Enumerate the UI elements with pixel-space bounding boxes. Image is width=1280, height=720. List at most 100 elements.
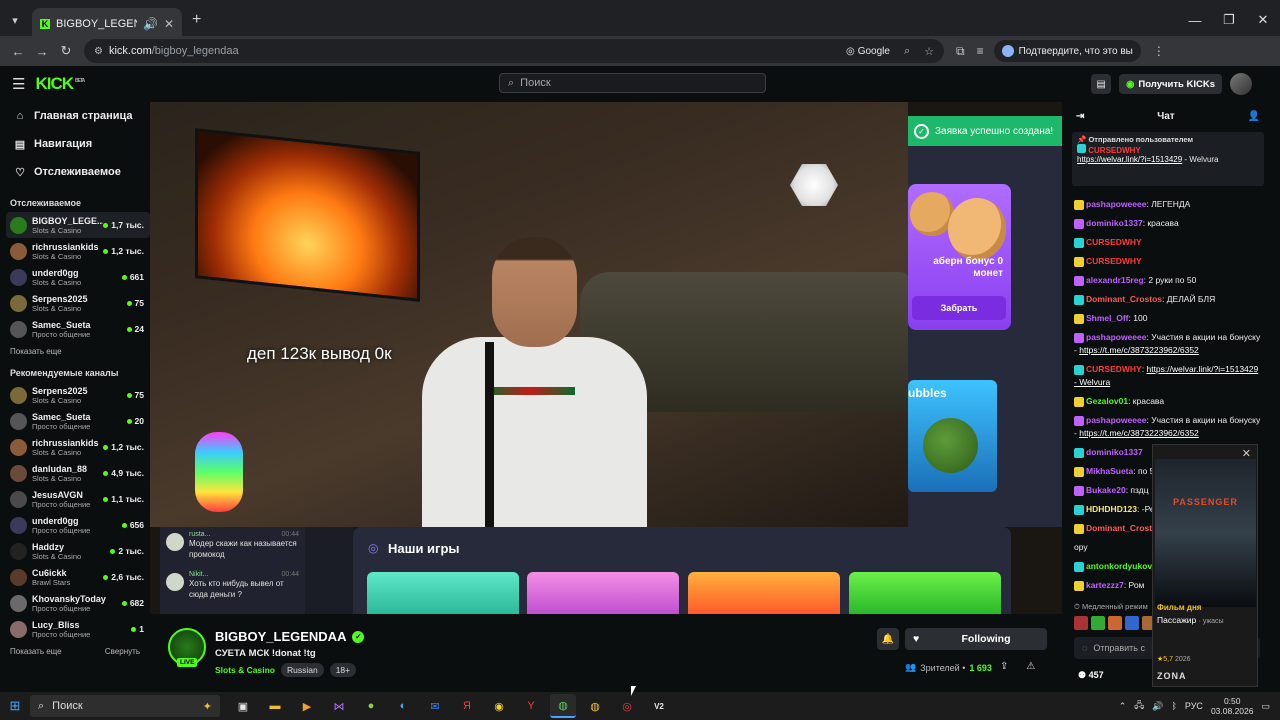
yandex-icon[interactable]: Я xyxy=(454,694,480,718)
app-red-icon[interactable]: ◎ xyxy=(614,694,640,718)
browser-menu-icon[interactable]: ⋮ xyxy=(1153,44,1165,58)
chat-username[interactable]: pashapoweeee xyxy=(1086,415,1146,425)
language-indicator[interactable]: РУС xyxy=(1185,701,1203,711)
chat-username[interactable]: CURSEDWHY xyxy=(1086,237,1142,247)
chat-link[interactable]: https://t.me/c/3873223962/6352 xyxy=(1079,428,1199,438)
sidebar-channel[interactable]: Haddzy Slots & Casino 2 тыс. xyxy=(6,538,150,564)
google-lens-chip[interactable]: ◎ Google xyxy=(846,46,890,57)
chat-link[interactable]: https://t.me/c/3873223962/6352 xyxy=(1079,345,1199,355)
sidebar-nav-2[interactable]: ♡ Отслеживаемое xyxy=(6,158,150,186)
app-green-icon[interactable]: ● xyxy=(358,694,384,718)
file-explorer-icon[interactable]: ▬ xyxy=(262,694,288,718)
sidebar-channel[interactable]: Serpens2025 Slots & Casino 75 xyxy=(6,382,150,408)
clock[interactable]: 0:50 03.08.2026 xyxy=(1211,696,1254,716)
kick-logo[interactable]: KICK BETA xyxy=(35,74,85,94)
report-icon[interactable]: ⚠ xyxy=(1026,661,1035,672)
following-button[interactable]: ♥ Following xyxy=(905,628,1047,650)
sidebar-nav-1[interactable]: ▤ Навигация xyxy=(6,130,150,158)
movie-poster[interactable]: PASSENGER xyxy=(1155,459,1256,607)
media-player-icon[interactable]: ▶ xyxy=(294,694,320,718)
sidebar-channel[interactable]: BIGBOY_LEGE... Slots & Casino 1,7 тыс. xyxy=(6,212,150,238)
tab-search-icon[interactable]: ▾ xyxy=(4,9,26,31)
edge-icon[interactable]: ◐ xyxy=(390,694,416,718)
chat-username[interactable]: pashapoweeee xyxy=(1086,199,1146,209)
chat-username[interactable]: Dominant_Crost xyxy=(1086,523,1152,533)
streamer-name[interactable]: BIGBOY_LEGENDAA xyxy=(215,629,346,644)
chat-username[interactable]: Bukake20 xyxy=(1086,485,1126,495)
site-info-icon[interactable]: ⚙ xyxy=(94,46,103,57)
chat-username[interactable]: Shmel_Off xyxy=(1086,313,1129,323)
sidebar-channel[interactable]: Samec_Sueta Просто общение 20 xyxy=(6,408,150,434)
sidebar-channel[interactable]: richrussiankids Slots & Casino 1,2 тыс. xyxy=(6,238,150,264)
video-player[interactable]: деп 123к вывод 0к аберн бонус 0 монет За… xyxy=(150,102,1062,614)
stream-category[interactable]: Slots & Casino xyxy=(215,665,275,675)
chat-users-icon[interactable]: 👤 xyxy=(1248,111,1260,122)
visual-studio-icon[interactable]: ⋈ xyxy=(326,694,352,718)
maximize-button[interactable]: ❐ xyxy=(1212,0,1246,40)
task-view-icon[interactable]: ▣ xyxy=(230,694,256,718)
minimize-button[interactable]: — xyxy=(1178,0,1212,40)
back-button[interactable]: ← xyxy=(6,44,30,59)
pinned-message[interactable]: 📌 Отправлено пользователем CURSEDWHY htt… xyxy=(1072,132,1264,186)
show-more-recommended[interactable]: Показать еще xyxy=(10,647,62,656)
tab-close-icon[interactable]: ✕ xyxy=(164,17,174,31)
sidebar-channel[interactable]: danludan_88 Slots & Casino 4,9 тыс. xyxy=(6,460,150,486)
sidebar-channel[interactable]: KhovanskyToday Просто общение 682 xyxy=(6,590,150,616)
extensions-icon[interactable]: ⧉ xyxy=(956,44,965,59)
emote-icon[interactable] xyxy=(1125,616,1139,630)
chat-username[interactable]: dominiko1337 xyxy=(1086,218,1143,228)
taskbar-search[interactable]: ⌕ Поиск ✦ xyxy=(30,695,220,717)
bluetooth-icon[interactable]: ᛒ xyxy=(1172,701,1177,711)
chat-username[interactable]: Gezalov01 xyxy=(1086,396,1128,406)
zoom-icon[interactable]: ⌕ xyxy=(904,45,910,58)
emote-icon[interactable] xyxy=(1091,616,1105,630)
library-icon[interactable]: ▤ xyxy=(1091,74,1112,94)
reload-button[interactable]: ↻ xyxy=(54,43,78,59)
notification-bell-icon[interactable]: 🔔 xyxy=(877,628,899,650)
collapse-button[interactable]: Свернуть xyxy=(105,647,140,656)
sidebar-channel[interactable]: JesusAVGN Просто общение 1,1 тыс. xyxy=(6,486,150,512)
chat-username[interactable]: dominiko1337 xyxy=(1086,447,1143,457)
profile-chip[interactable]: Подтвердите, что это вы xyxy=(993,40,1141,62)
collapse-chat-icon[interactable]: ⇥ xyxy=(1076,111,1084,122)
emote-icon[interactable] xyxy=(1108,616,1122,630)
media-icon[interactable]: ≡ xyxy=(977,44,984,58)
user-avatar[interactable] xyxy=(1230,73,1252,95)
close-window-button[interactable]: ✕ xyxy=(1246,0,1280,40)
sidebar-channel[interactable]: underd0gg Просто общение 656 xyxy=(6,512,150,538)
show-more-following[interactable]: Показать еще xyxy=(10,347,62,356)
kicks-balance[interactable]: ⚉ 457 xyxy=(1078,670,1104,681)
outlook-icon[interactable]: ✉ xyxy=(422,694,448,718)
speaker-icon[interactable]: 🔊 xyxy=(143,17,158,31)
chrome-icon[interactable]: ◍ xyxy=(550,694,576,718)
volume-icon[interactable]: 🔊 xyxy=(1152,701,1163,712)
url-bar[interactable]: ⚙ kick.com/bigboy_legendaa ◎ Google ⌕ ☆ xyxy=(84,39,944,63)
app-yellow-icon[interactable]: ◉ xyxy=(486,694,512,718)
sidebar-channel[interactable]: Serpens2025 Slots & Casino 75 xyxy=(6,290,150,316)
chat-username[interactable]: CURSEDWHY xyxy=(1086,364,1142,374)
chat-username[interactable]: CURSEDWHY xyxy=(1086,256,1142,266)
emote-icon[interactable] xyxy=(1074,616,1088,630)
ad-popup[interactable]: ✕ PASSENGER Фильм дня Пассажир · ужасы ★… xyxy=(1152,444,1258,687)
url-text[interactable]: kick.com/bigboy_legendaa xyxy=(109,45,840,57)
notifications-icon[interactable]: ▭ xyxy=(1261,701,1270,712)
sidebar-channel[interactable]: Lucy_Bliss Просто общение 1 xyxy=(6,616,150,642)
search-input[interactable]: ⌕ Поиск xyxy=(499,73,766,93)
share-icon[interactable]: ⇪ xyxy=(1000,661,1008,672)
menu-icon[interactable]: ☰ xyxy=(12,75,25,93)
chat-username[interactable]: alexandr15reg xyxy=(1086,275,1144,285)
yandex-browser-icon[interactable]: Y xyxy=(518,694,544,718)
sidebar-channel[interactable]: underd0gg Slots & Casino 661 xyxy=(6,264,150,290)
chat-username[interactable]: pashapoweeee xyxy=(1086,332,1146,342)
bookmark-star-icon[interactable]: ☆ xyxy=(924,45,934,58)
network-icon[interactable]: 🖧 xyxy=(1134,698,1144,714)
chat-username[interactable]: MikhaSueta xyxy=(1086,466,1133,476)
sidebar-channel[interactable]: richrussiankids Slots & Casino 1,2 тыс. xyxy=(6,434,150,460)
chrome-alt-icon[interactable]: ◍ xyxy=(582,694,608,718)
tag-language[interactable]: Russian xyxy=(280,663,324,677)
sidebar-nav-0[interactable]: ⌂ Главная страница xyxy=(6,102,150,130)
tag-age[interactable]: 18+ xyxy=(329,663,357,677)
chat-username[interactable]: Dominant_Crostos xyxy=(1086,294,1162,304)
get-kicks-button[interactable]: ◉ Получить KICKs xyxy=(1119,74,1222,94)
new-tab-button[interactable]: + xyxy=(192,11,201,29)
